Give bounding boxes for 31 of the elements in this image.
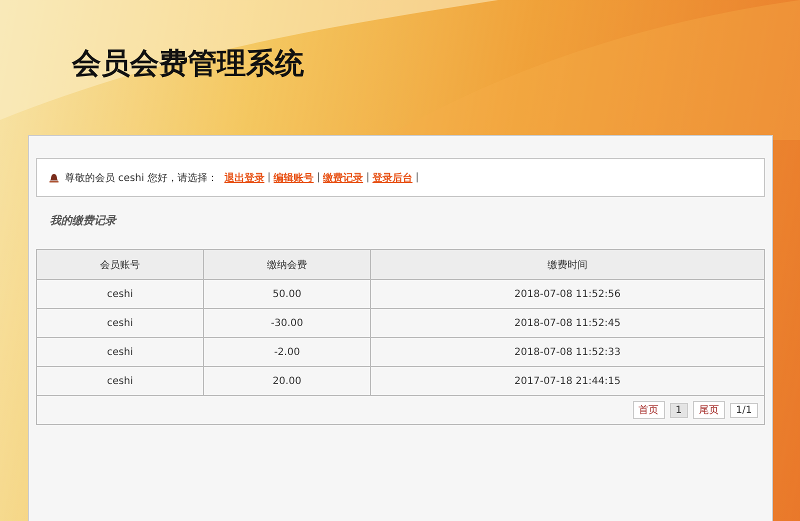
- table-cell: 2018-07-08 11:52:45: [370, 308, 764, 338]
- link-separator: |: [316, 172, 320, 183]
- column-header: 缴费时间: [370, 250, 764, 280]
- table-cell: -2.00: [204, 338, 370, 366]
- link-separator: |: [415, 172, 419, 183]
- table-cell: 20.00: [204, 366, 370, 396]
- nav-link[interactable]: 编辑账号: [274, 170, 314, 184]
- page-count: 1/1: [730, 402, 758, 418]
- table-cell: 50.00: [204, 280, 370, 308]
- bell-icon: [49, 172, 59, 182]
- table-cell: 2017-07-18 21:44:15: [370, 366, 764, 396]
- nav-link[interactable]: 登录后台: [372, 170, 412, 184]
- column-header: 缴纳会费: [204, 250, 370, 280]
- table-cell: -30.00: [204, 308, 370, 338]
- column-header: 会员账号: [36, 250, 204, 280]
- table-cell: ceshi: [36, 338, 204, 366]
- table-cell: ceshi: [36, 366, 204, 396]
- table-cell: 2018-07-08 11:52:33: [370, 338, 764, 366]
- nav-link[interactable]: 缴费记录: [323, 170, 364, 184]
- pager-link[interactable]: 尾页: [692, 401, 725, 419]
- table-cell: 2018-07-08 11:52:56: [370, 280, 764, 308]
- table-cell: ceshi: [36, 280, 204, 308]
- link-separator: |: [267, 172, 271, 183]
- pager-link[interactable]: 首页: [632, 401, 665, 419]
- section-title: 我的缴费记录: [50, 213, 116, 228]
- greeting-text: 尊敬的会员 ceshi 您好，请选择：: [65, 172, 218, 184]
- page-number-button[interactable]: 1: [670, 402, 688, 418]
- table-cell: ceshi: [36, 308, 204, 338]
- link-separator: |: [366, 172, 370, 183]
- nav-link[interactable]: 退出登录: [224, 170, 264, 184]
- app-title: 会员会费管理系统: [72, 45, 304, 82]
